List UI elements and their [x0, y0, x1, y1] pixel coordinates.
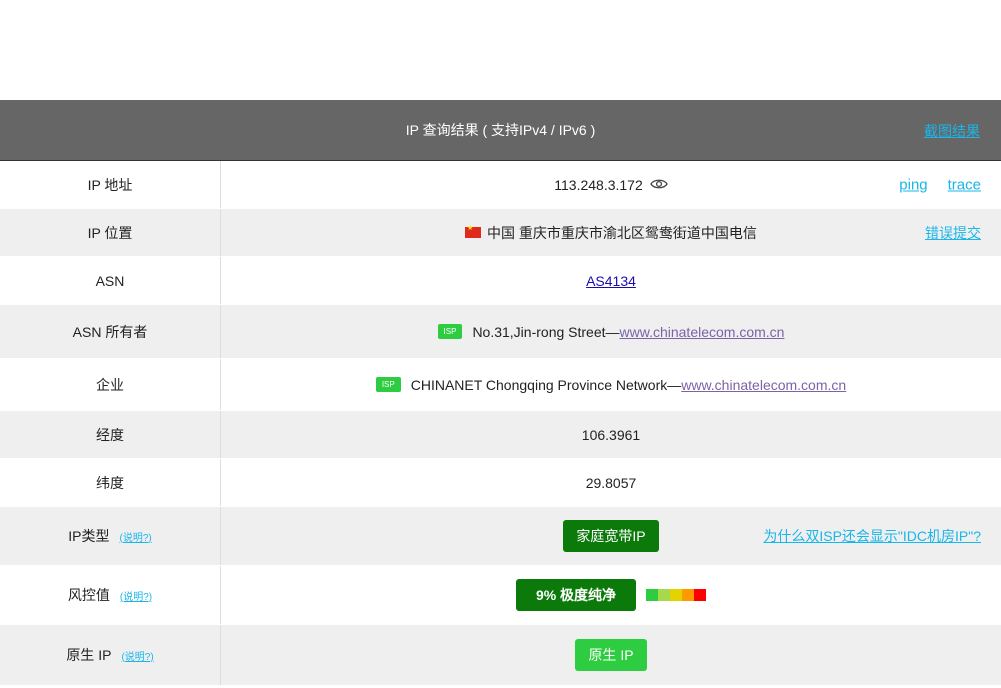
- risk-indicator: 9% 极度纯净: [515, 579, 707, 611]
- ping-link[interactable]: ping: [899, 176, 927, 193]
- row-label: 企业: [0, 359, 221, 410]
- row-value: 原生 IP: [221, 625, 1001, 685]
- row-latitude: 纬度 29.8057: [0, 459, 1001, 507]
- row-value: 106.3961: [581, 426, 641, 443]
- row-risk: 风控值 (说明?) 9% 极度纯净: [0, 566, 1001, 625]
- header-title: IP 查询结果 ( 支持IPv4 / IPv6 ): [405, 122, 596, 138]
- isp-badge: ISP: [375, 377, 401, 392]
- china-flag-icon: [465, 224, 482, 238]
- row-value: AS4134: [221, 257, 1001, 304]
- native-help-link[interactable]: (说明?): [121, 648, 153, 663]
- row-label: 原生 IP (说明?): [0, 625, 221, 685]
- row-label: IP 地址: [0, 161, 221, 208]
- report-error-link[interactable]: 错误提交: [925, 223, 981, 243]
- asn-link[interactable]: AS4134: [586, 273, 636, 289]
- row-location: IP 位置 中国 重庆市重庆市渝北区鸳鸯街道中国电信 错误提交: [0, 209, 1001, 257]
- row-native-ip: 原生 IP (说明?) 原生 IP: [0, 625, 1001, 686]
- native-ip-badge: 原生 IP: [575, 639, 647, 671]
- risk-scale-segment: [694, 589, 707, 601]
- risk-scale-segment: [658, 589, 671, 601]
- trace-link[interactable]: trace: [948, 176, 981, 193]
- row-value: 9% 极度纯净: [221, 566, 1001, 624]
- row-value: 家庭宽带IP 为什么双ISP还会显示"IDC机房IP"?: [221, 507, 1001, 565]
- row-label: 风控值 (说明?): [0, 566, 221, 624]
- row-label: IP类型 (说明?): [0, 507, 221, 565]
- row-asn: ASN AS4134: [0, 257, 1001, 305]
- row-label: 纬度: [0, 459, 221, 506]
- asn-owner-text: No.31,Jin-rong Street—: [472, 323, 620, 340]
- org-website-link[interactable]: www.chinatelecom.com.cn: [681, 377, 846, 393]
- risk-color-scale: [646, 589, 707, 601]
- risk-scale-segment: [646, 589, 659, 601]
- risk-label: 风控值: [67, 587, 110, 603]
- row-label: 经度: [0, 411, 221, 458]
- risk-scale-segment: [682, 589, 695, 601]
- screenshot-link[interactable]: 截图结果: [924, 121, 980, 141]
- row-ip: IP 地址 113.248.3.172 ping trace: [0, 161, 1001, 209]
- row-value: 29.8057: [585, 474, 637, 491]
- row-value: 113.248.3.172 ping trace: [221, 161, 1001, 208]
- row-longitude: 经度 106.3961: [0, 411, 1001, 459]
- org-text: CHINANET Chongqing Province Network—: [410, 376, 682, 393]
- idc-question-link[interactable]: 为什么双ISP还会显示"IDC机房IP"?: [763, 526, 981, 546]
- ip-type-badge: 家庭宽带IP: [563, 520, 659, 552]
- row-asn-owner: ASN 所有者 ISP No.31,Jin-rong Street— www.c…: [0, 305, 1001, 359]
- row-value: ISP CHINANET Chongqing Province Network—…: [221, 359, 1001, 410]
- row-value: 中国 重庆市重庆市渝北区鸳鸯街道中国电信 错误提交: [221, 209, 1001, 256]
- row-label: ASN: [0, 257, 221, 304]
- eye-icon[interactable]: [649, 177, 668, 193]
- row-label: ASN 所有者: [0, 305, 221, 358]
- row-label: IP 位置: [0, 209, 221, 256]
- risk-scale-segment: [670, 589, 683, 601]
- result-table: IP 地址 113.248.3.172 ping trace IP 位置 中国 …: [0, 160, 1001, 686]
- risk-score-badge: 9% 极度纯净: [515, 579, 637, 611]
- top-blank-area: [0, 0, 1001, 100]
- location-text: 中国 重庆市重庆市渝北区鸳鸯街道中国电信: [487, 224, 757, 241]
- row-value: ISP No.31,Jin-rong Street— www.chinatele…: [221, 305, 1001, 358]
- row-ip-type: IP类型 (说明?) 家庭宽带IP 为什么双ISP还会显示"IDC机房IP"?: [0, 507, 1001, 566]
- tool-links: ping trace: [899, 176, 981, 193]
- ip-type-help-link[interactable]: (说明?): [120, 529, 152, 544]
- row-org: 企业 ISP CHINANET Chongqing Province Netwo…: [0, 359, 1001, 411]
- native-ip-label: 原生 IP: [66, 647, 112, 663]
- risk-help-link[interactable]: (说明?): [120, 588, 152, 603]
- ip-type-label: IP类型: [68, 528, 110, 544]
- asn-owner-website-link[interactable]: www.chinatelecom.com.cn: [620, 324, 785, 340]
- ip-address: 113.248.3.172: [554, 176, 643, 193]
- isp-badge: ISP: [437, 324, 463, 339]
- result-header: IP 查询结果 ( 支持IPv4 / IPv6 ) 截图结果: [0, 100, 1001, 160]
